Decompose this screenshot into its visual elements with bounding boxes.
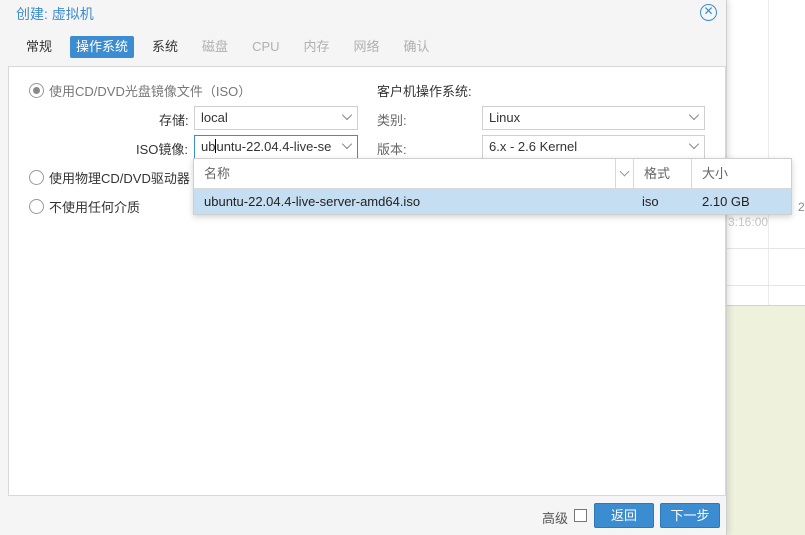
chevron-down-icon[interactable] [615, 159, 633, 189]
column-name-label: 名称 [204, 166, 231, 181]
tab-general[interactable]: 常规 [20, 36, 58, 58]
background-divider [727, 285, 805, 286]
tab-network: 网络 [353, 39, 380, 54]
tab-system[interactable]: 系统 [146, 36, 184, 58]
background-time-label: 3:16:00 [728, 215, 769, 229]
iso-file-name: ubuntu-22.04.4-live-server-amd64.iso [204, 194, 421, 209]
create-vm-dialog: 创建: 虚拟机 ✕ 常规 操作系统 系统 磁盘 CPU 内存 网络 确认 使用C… [0, 0, 727, 535]
radio-label: 使用物理CD/DVD驱动器 [49, 171, 190, 186]
guest-os-heading: 客户机操作系统: [377, 84, 472, 99]
advanced-label: 高级 [542, 511, 569, 526]
column-header-format[interactable]: 格式 [634, 159, 692, 189]
back-button[interactable]: 返回 [594, 503, 654, 528]
iso-label: ISO镜像: [136, 142, 189, 157]
radio-use-iso[interactable]: 使用CD/DVD光盘镜像文件（ISO） [29, 81, 251, 100]
os-type-label: 类别: [377, 113, 407, 128]
iso-value-prefix: ub [201, 139, 216, 154]
iso-picker-dropdown: 名称 格式 大小 ubuntu-22.04.4-live-server-amd6… [193, 158, 792, 215]
close-icon[interactable]: ✕ [700, 4, 717, 21]
radio-icon [29, 83, 44, 98]
chevron-down-icon[interactable] [688, 138, 700, 150]
os-version-value: 6.x - 2.6 Kernel [489, 139, 578, 154]
radio-icon [29, 199, 44, 214]
radio-use-physical[interactable]: 使用物理CD/DVD驱动器 [29, 168, 190, 187]
column-header-name[interactable]: 名称 [194, 159, 634, 189]
storage-value: local [201, 110, 228, 125]
radio-no-media[interactable]: 不使用任何介质 [29, 197, 140, 216]
background-edge-label: 2 [798, 200, 805, 214]
background-divider [727, 248, 805, 249]
storage-label: 存储: [159, 113, 189, 128]
radio-label: 不使用任何介质 [49, 200, 141, 215]
radio-label: 使用CD/DVD光盘镜像文件（ISO） [49, 84, 252, 99]
iso-file-format: iso [642, 194, 659, 209]
iso-value-suffix: untu-22.04.4-live-se [216, 139, 332, 154]
os-type-select[interactable]: Linux [482, 106, 705, 130]
storage-select[interactable]: local [194, 106, 358, 130]
column-header-size[interactable]: 大小 [692, 159, 791, 189]
tab-disks: 磁盘 [202, 39, 229, 54]
iso-file-size: 2.10 GB [702, 194, 750, 209]
next-button[interactable]: 下一步 [660, 503, 720, 528]
wizard-tabs: 常规 操作系统 系统 磁盘 CPU 内存 网络 确认 [20, 36, 448, 58]
os-version-select[interactable]: 6.x - 2.6 Kernel [482, 135, 705, 159]
tab-memory: 内存 [303, 39, 330, 54]
background-chart-area [727, 305, 805, 535]
chevron-down-icon[interactable] [341, 138, 353, 150]
tab-os[interactable]: 操作系统 [70, 36, 135, 58]
iso-grid-header: 名称 格式 大小 [194, 159, 791, 189]
chevron-down-icon[interactable] [688, 109, 700, 121]
advanced-checkbox[interactable] [574, 509, 587, 522]
table-row[interactable]: ubuntu-22.04.4-live-server-amd64.iso iso… [194, 189, 791, 214]
os-version-label: 版本: [377, 142, 407, 157]
dialog-title: 创建: 虚拟机 [16, 6, 94, 22]
chevron-down-icon[interactable] [341, 109, 353, 121]
radio-icon [29, 170, 44, 185]
tab-cpu: CPU [252, 39, 280, 54]
iso-image-input[interactable]: ubuntu-22.04.4-live-se [194, 135, 358, 159]
os-panel: 使用CD/DVD光盘镜像文件（ISO） 存储: local ISO镜像: ubu… [8, 66, 726, 496]
tab-confirm: 确认 [403, 39, 430, 54]
os-type-value: Linux [489, 110, 521, 125]
